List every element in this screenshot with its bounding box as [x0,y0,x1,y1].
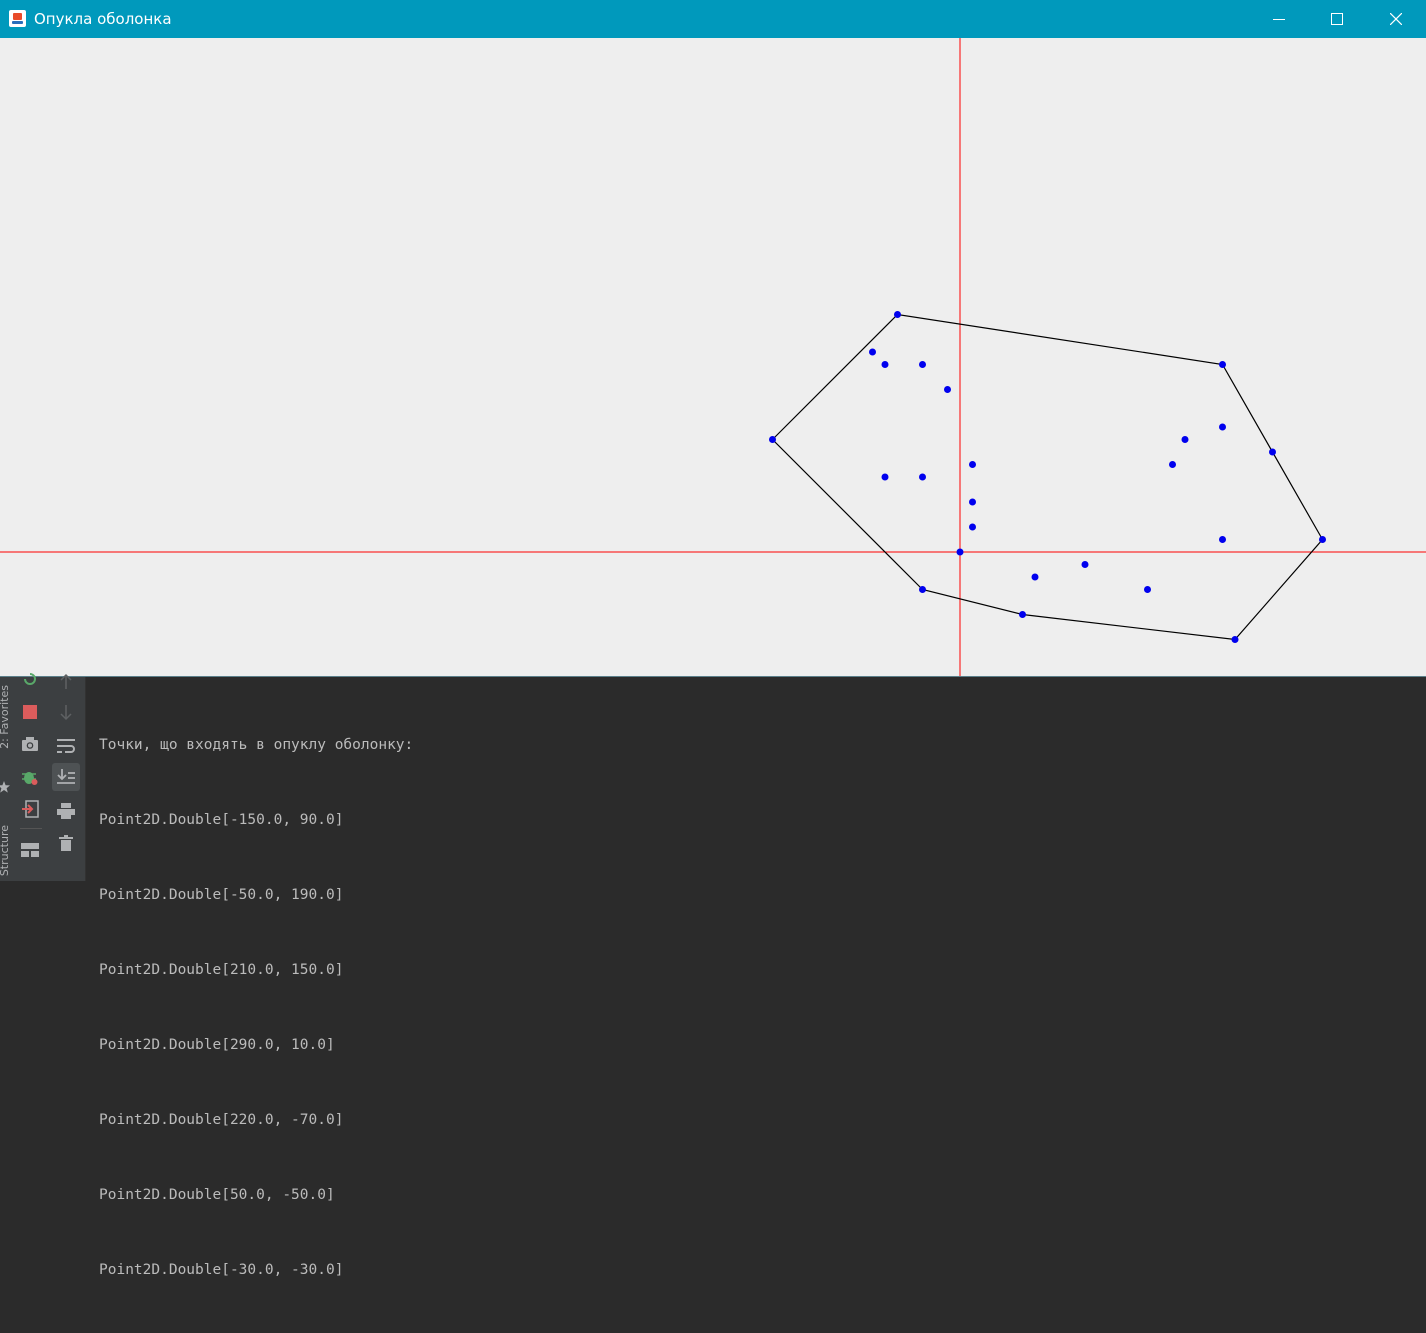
point-marker [1319,536,1326,543]
camera-icon [22,737,38,751]
point-marker [1181,436,1189,443]
point-marker [1169,461,1176,468]
star-icon [0,781,10,793]
up-arrow-icon [60,673,72,689]
run-console-panel: 2: Favorites Structure Точки, що входять… [0,673,1426,1278]
point-marker [881,361,889,368]
convex-hull-polygon [771,313,1324,641]
next-occurrence-button[interactable] [52,699,80,727]
maximize-button[interactable] [1308,0,1366,38]
window-title: Опукла оболонка [34,10,172,28]
screenshot-button[interactable] [16,730,44,758]
toolbar-separator [20,828,42,829]
layout-button[interactable] [16,836,44,864]
scroll-to-end-button[interactable] [52,763,80,791]
point-marker [1144,586,1151,593]
point-marker [769,436,776,443]
hull-plot [0,38,1426,676]
drawing-canvas[interactable] [0,38,1426,676]
point-marker [1219,423,1226,431]
point-set [769,311,1326,643]
minimize-icon [1273,19,1285,20]
rerun-button[interactable] [16,665,44,693]
point-marker [881,473,889,481]
point-marker [944,386,951,393]
structure-tab[interactable]: Structure [0,825,11,876]
clear-all-button[interactable] [52,829,80,857]
console-line: Point2D.Double[-50.0, 190.0] [99,887,344,903]
side-tool-strip: 2: Favorites Structure [0,677,12,881]
point-marker [1231,636,1239,643]
point-marker [1031,573,1039,581]
point-marker [919,361,926,368]
print-icon [57,803,75,819]
close-button[interactable] [1367,0,1425,38]
console-line: Point2D.Double[220.0, -70.0] [99,1112,344,1128]
favorites-tab[interactable]: 2: Favorites [0,685,11,749]
console-output[interactable]: Точки, що входять в опуклу оболонку: Poi… [99,683,413,1333]
console-toolbar-primary [12,673,48,881]
maximize-icon [1331,13,1343,25]
point-marker [969,498,976,506]
previous-occurrence-button[interactable] [52,667,80,695]
point-marker [1219,361,1226,368]
debug-button[interactable] [16,763,44,791]
point-marker [1219,536,1226,543]
point-marker [894,311,901,318]
console-line: Точки, що входять в опуклу оболонку: [99,737,414,753]
java-app-icon [9,10,26,27]
point-marker [869,348,876,356]
print-button[interactable] [52,797,80,825]
down-arrow-icon [60,705,72,721]
soft-wrap-icon [57,739,75,753]
point-marker [1081,561,1089,568]
console-line: Point2D.Double[-150.0, 90.0] [99,812,344,828]
point-marker [969,523,976,531]
soft-wrap-button[interactable] [52,732,80,760]
minimize-button[interactable] [1250,0,1308,38]
layout-icon [21,843,39,857]
point-marker [1269,448,1276,456]
console-line: Point2D.Double[290.0, 10.0] [99,1037,335,1053]
stop-button[interactable] [16,698,44,726]
exit-icon [22,800,39,818]
point-marker [969,461,976,468]
close-icon [1390,13,1402,25]
debug-icon [22,772,38,785]
rerun-icon [24,673,36,685]
stop-icon [23,705,37,719]
console-line: Point2D.Double[50.0, -50.0] [99,1187,335,1203]
point-marker [919,586,926,593]
console-line: Point2D.Double[210.0, 150.0] [99,962,344,978]
console-line: Point2D.Double[-30.0, -30.0] [99,1262,344,1278]
point-marker [1019,611,1026,618]
trash-icon [59,835,73,851]
point-marker [919,473,926,481]
console-toolbar-secondary [48,673,86,881]
scroll-to-end-icon [57,769,75,784]
exit-button[interactable] [16,795,44,823]
point-marker [956,548,964,556]
window-titlebar: Опукла оболонка [0,0,1426,38]
